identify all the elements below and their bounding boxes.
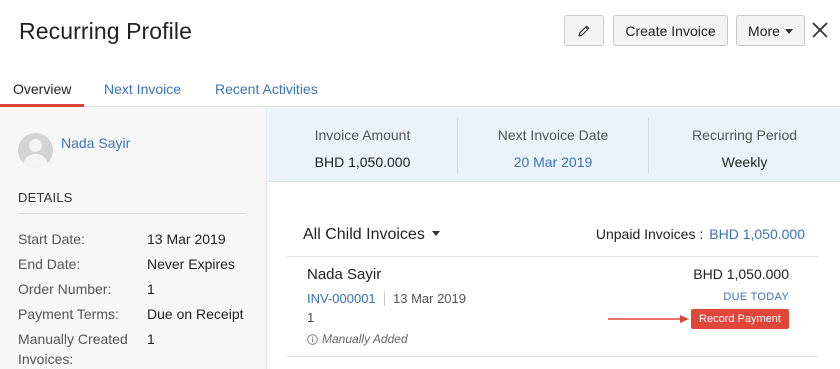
unpaid-invoices-label: Unpaid Invoices : (595, 226, 704, 242)
list-divider (287, 356, 819, 357)
detail-value: 1 (147, 281, 155, 297)
invoice-number-link[interactable]: INV-000001 (307, 291, 376, 306)
caret-down-icon (784, 29, 793, 34)
detail-label: End Date: (18, 256, 81, 272)
avatar (18, 133, 53, 168)
detail-value: Due on Receipt (147, 306, 244, 322)
invoice-date: 13 Mar 2019 (393, 291, 466, 306)
unpaid-amount-link[interactable]: BHD 1,050.000 (709, 226, 805, 242)
detail-value: Never Expires (147, 256, 235, 272)
avatar-body-shape (23, 154, 48, 168)
detail-value: 1 (147, 331, 155, 347)
summary-label: Next Invoice Date (497, 127, 609, 143)
more-button[interactable]: More (736, 15, 805, 46)
customer-name-link[interactable]: Nada Sayir (61, 135, 130, 151)
edit-button[interactable] (564, 15, 604, 46)
summary-value: Weekly (721, 154, 768, 170)
inline-separator (384, 291, 385, 306)
tab-overview[interactable]: Overview (13, 81, 71, 97)
invoice-count: 1 (307, 310, 315, 325)
manually-added-note: Manually Added (322, 332, 408, 346)
next-invoice-date-link[interactable]: 20 Mar 2019 (458, 154, 648, 170)
arrow-right-icon (608, 315, 689, 323)
invoice-customer-name: Nada Sayir (307, 266, 382, 283)
status-badge: DUE TODAY (723, 291, 789, 303)
tab-recent-activities[interactable]: Recent Activities (215, 81, 318, 97)
detail-label: Manually Created Invoices: (18, 331, 128, 367)
summary-value: BHD 1,050.000 (314, 154, 411, 170)
avatar-head-shape (29, 139, 42, 152)
create-invoice-button[interactable]: Create Invoice (613, 15, 728, 46)
child-invoices-filter[interactable]: All Child Invoices (303, 226, 440, 244)
detail-label: Order Number: (18, 281, 112, 297)
record-payment-button[interactable]: Record Payment (691, 309, 789, 329)
close-icon[interactable] (810, 20, 830, 40)
active-tab-indicator (0, 104, 84, 107)
list-divider (287, 256, 819, 257)
summary-invoice-amount: Invoice Amount BHD 1,050.000 (268, 108, 457, 182)
details-divider (18, 213, 245, 214)
pencil-icon (578, 25, 590, 37)
summary-recurring-period: Recurring Period Weekly (648, 118, 840, 174)
tab-next-invoice[interactable]: Next Invoice (104, 81, 181, 97)
details-sidebar: Nada Sayir DETAILS Start Date: 13 Mar 20… (0, 108, 267, 369)
unpaid-invoices-summary: Unpaid Invoices : BHD 1,050.000 (596, 226, 805, 242)
summary-band: Invoice Amount BHD 1,050.000 Next Invoic… (268, 108, 840, 182)
detail-label: Start Date: (18, 231, 85, 247)
tab-bar: Overview Next Invoice Recent Activities (0, 66, 840, 107)
summary-label: Recurring Period (691, 127, 798, 143)
summary-next-invoice-date: Next Invoice Date 20 Mar 2019 (457, 118, 648, 174)
caret-down-icon (431, 231, 440, 237)
detail-label: Payment Terms: (18, 306, 119, 322)
more-button-label: More (748, 22, 780, 39)
page-header: Recurring Profile Create Invoice More (0, 0, 840, 66)
info-icon (307, 334, 318, 345)
detail-value: 13 Mar 2019 (147, 231, 226, 247)
invoice-amount: BHD 1,050.000 (693, 266, 789, 282)
child-invoices-filter-label: All Child Invoices (303, 226, 425, 243)
summary-label: Invoice Amount (314, 127, 411, 143)
details-heading: DETAILS (18, 190, 73, 205)
page-title: Recurring Profile (19, 18, 192, 44)
